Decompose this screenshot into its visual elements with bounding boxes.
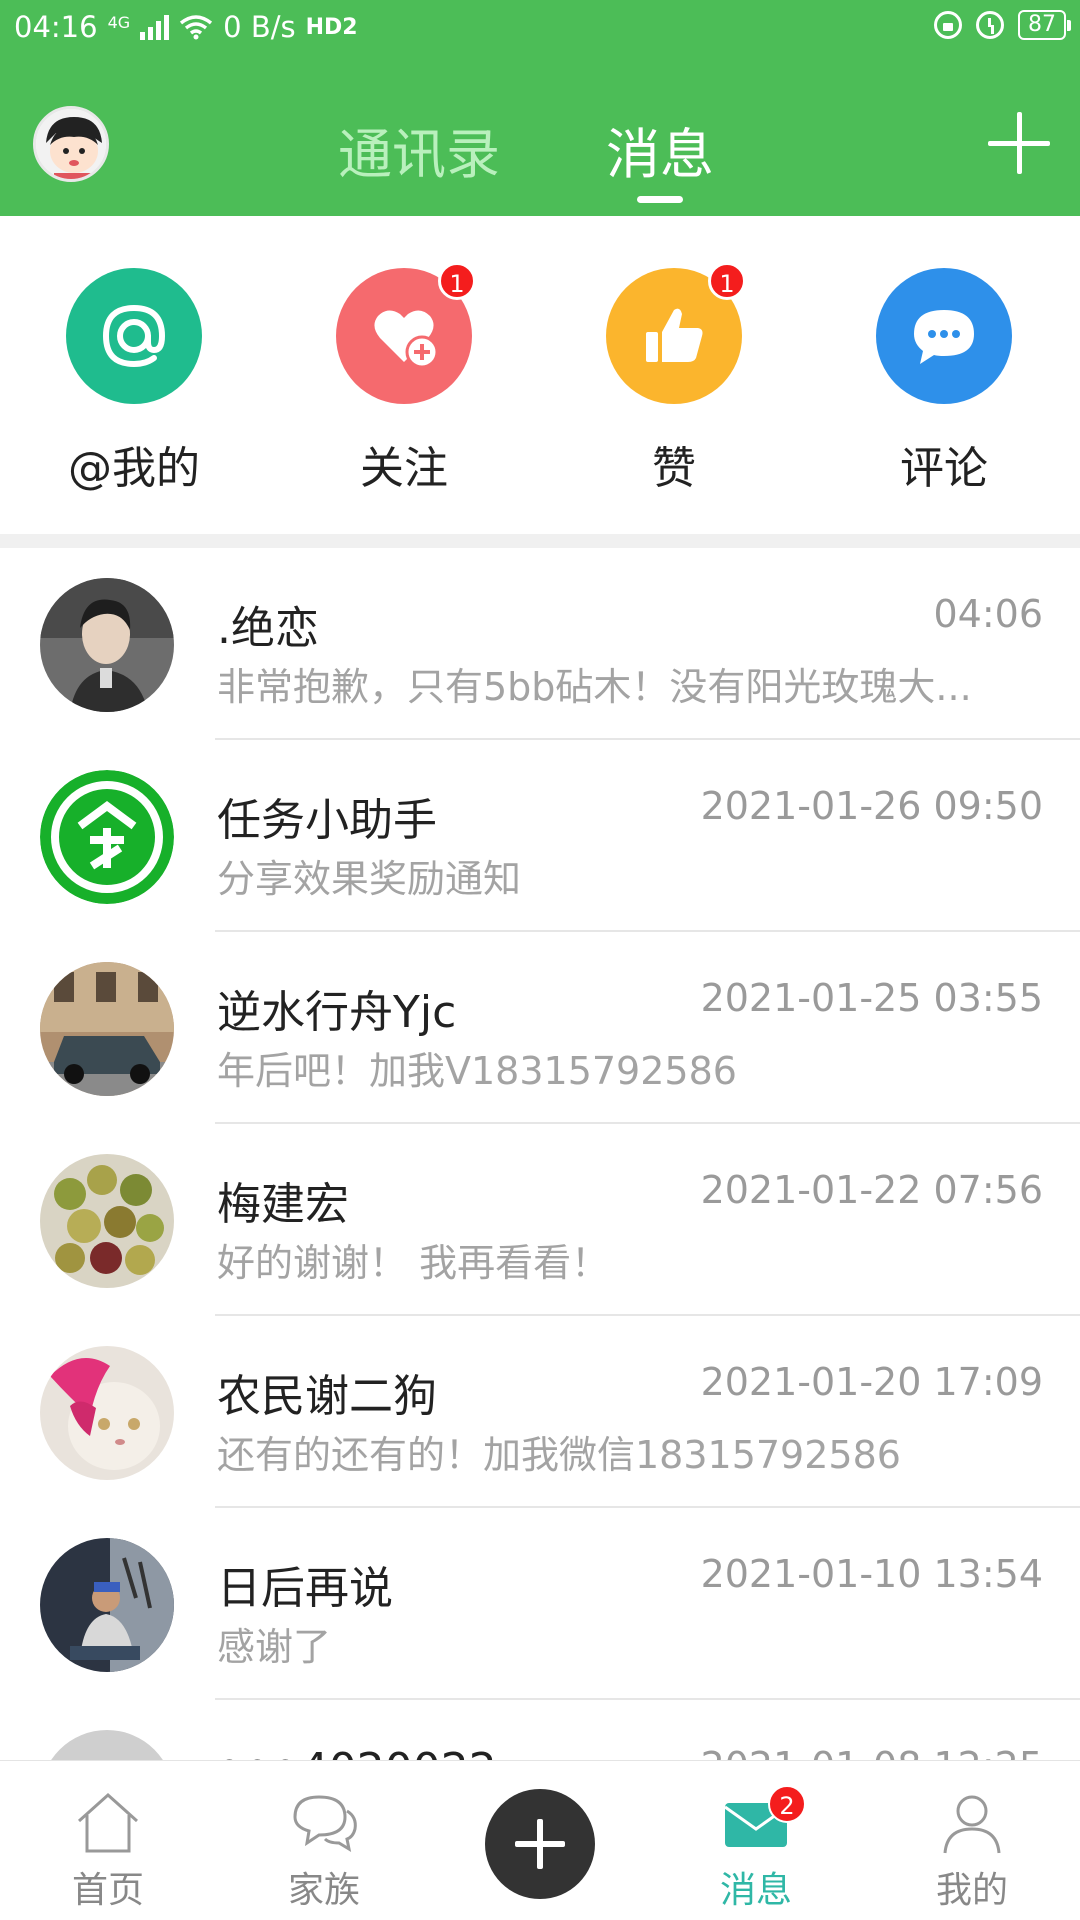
person-icon: [943, 1795, 1001, 1854]
nav-family[interactable]: 家族: [244, 1761, 404, 1920]
battery-indicator: 87: [1018, 10, 1071, 40]
conversation-row[interactable]: ggg4020022 2021-01-08 12:25: [0, 1700, 1080, 1760]
nav-profile[interactable]: 我的: [892, 1761, 1052, 1920]
message-preview: 好的谢谢！ 我再看看！: [217, 1241, 610, 1285]
message-time: 2021-01-22 07:56: [700, 1168, 1043, 1212]
contact-avatar: [40, 962, 174, 1096]
contact-avatar: [40, 1346, 174, 1480]
tab-contacts[interactable]: 通讯录: [338, 110, 500, 189]
message-preview: 非常抱歉，只有5bb砧木！没有阳光玫瑰大...: [217, 665, 972, 709]
likes-badge: 1: [708, 262, 746, 300]
hd-indicator: HD2: [305, 14, 358, 40]
message-preview: 感谢了: [217, 1625, 332, 1669]
message-time: 2021-01-20 17:09: [700, 1360, 1043, 1404]
contact-avatar: [40, 770, 174, 904]
section-divider: [0, 534, 1080, 548]
conversation-row[interactable]: 逆水行舟Yjc 2021-01-25 03:55 年后吧！加我V18315792…: [0, 932, 1080, 1124]
nav-label: 我的: [935, 1870, 1008, 1911]
follow-badge: 1: [438, 262, 476, 300]
contact-avatar: [40, 578, 174, 712]
wifi-icon: [180, 15, 213, 40]
message-preview: 分享效果奖励通知: [217, 857, 522, 901]
active-tab-indicator: [637, 196, 683, 203]
contact-avatar: [40, 1154, 174, 1288]
contact-avatar: [40, 1730, 174, 1760]
message-time: 04:06: [933, 592, 1043, 636]
contact-name: 农民谢二狗: [217, 1371, 437, 1422]
action-comments[interactable]: 评论: [854, 268, 1034, 496]
nav-label: 消息: [719, 1870, 792, 1911]
action-mentions[interactable]: @我的: [44, 268, 224, 496]
message-time: 2021-01-26 09:50: [700, 784, 1043, 828]
contact-name: ggg4020022: [217, 1744, 497, 1760]
conversation-row[interactable]: 梅建宏 2021-01-22 07:56 好的谢谢！ 我再看看！: [0, 1124, 1080, 1316]
thumbs-up-icon: 1: [606, 262, 746, 404]
net-speed: 0 B/s: [223, 10, 296, 44]
message-list: .绝恋 04:06 非常抱歉，只有5bb砧木！没有阳光玫瑰大... 任务小助手 …: [0, 548, 1080, 1760]
message-time: 2021-01-25 03:55: [700, 976, 1043, 1020]
signal-icon: [140, 14, 170, 40]
messages-badge: 2: [768, 1785, 806, 1823]
contact-name: 日后再说: [217, 1563, 393, 1614]
at-icon: [66, 268, 202, 404]
status-time: 04:16: [14, 10, 98, 44]
quick-actions: @我的 1 关注 1 赞 评论: [0, 216, 1080, 534]
top-header: 04:16 4G 0 B/s HD2 87 通讯录 消息: [0, 0, 1080, 216]
message-time: 2021-01-10 13:54: [700, 1552, 1043, 1596]
nav-messages[interactable]: 2 消息: [676, 1761, 836, 1920]
conversation-row[interactable]: 农民谢二狗 2021-01-20 17:09 还有的还有的！加我微信183157…: [0, 1316, 1080, 1508]
alarm-icon: [976, 11, 1004, 39]
action-label: 评论: [900, 443, 988, 494]
heart-plus-icon: 1: [336, 262, 476, 404]
conversation-row[interactable]: 日后再说 2021-01-10 13:54 感谢了: [0, 1508, 1080, 1700]
contact-name: 梅建宏: [217, 1179, 349, 1230]
nav-home[interactable]: 首页: [28, 1761, 188, 1920]
action-label: @我的: [68, 443, 200, 494]
action-label: 关注: [360, 443, 448, 494]
contact-avatar: [40, 1538, 174, 1672]
add-button[interactable]: [988, 112, 1050, 174]
contact-name: 逆水行舟Yjc: [217, 987, 457, 1038]
contact-name: 任务小助手: [217, 795, 437, 846]
message-preview: 年后吧！加我V18315792586: [217, 1049, 737, 1093]
message-preview: 还有的还有的！加我微信18315792586: [217, 1433, 901, 1477]
comment-bubble-icon: [876, 268, 1012, 404]
contact-name: .绝恋: [217, 603, 319, 654]
home-icon: [77, 1792, 139, 1853]
rotation-lock-icon: [934, 11, 962, 39]
conversation-row[interactable]: 任务小助手 2021-01-26 09:50 分享效果奖励通知: [0, 740, 1080, 932]
tab-messages[interactable]: 消息: [606, 110, 714, 189]
message-time: 2021-01-08 12:25: [701, 1744, 1043, 1760]
network-type: 4G: [107, 12, 131, 32]
nav-label: 首页: [71, 1870, 144, 1911]
action-follow[interactable]: 1 关注: [314, 262, 494, 496]
status-bar: 04:16 4G 0 B/s HD2 87: [0, 0, 1080, 56]
conversation-row[interactable]: .绝恋 04:06 非常抱歉，只有5bb砧木！没有阳光玫瑰大...: [0, 548, 1080, 740]
bottom-navigation: 首页 家族 2 消息 我的: [0, 1760, 1080, 1920]
header-tabs: 通讯录 消息: [0, 110, 1080, 206]
chat-bubbles-icon: [293, 1795, 357, 1853]
action-label: 赞: [652, 443, 696, 494]
action-likes[interactable]: 1 赞: [584, 262, 764, 496]
create-post-button[interactable]: [485, 1789, 595, 1899]
nav-label: 家族: [287, 1870, 360, 1911]
